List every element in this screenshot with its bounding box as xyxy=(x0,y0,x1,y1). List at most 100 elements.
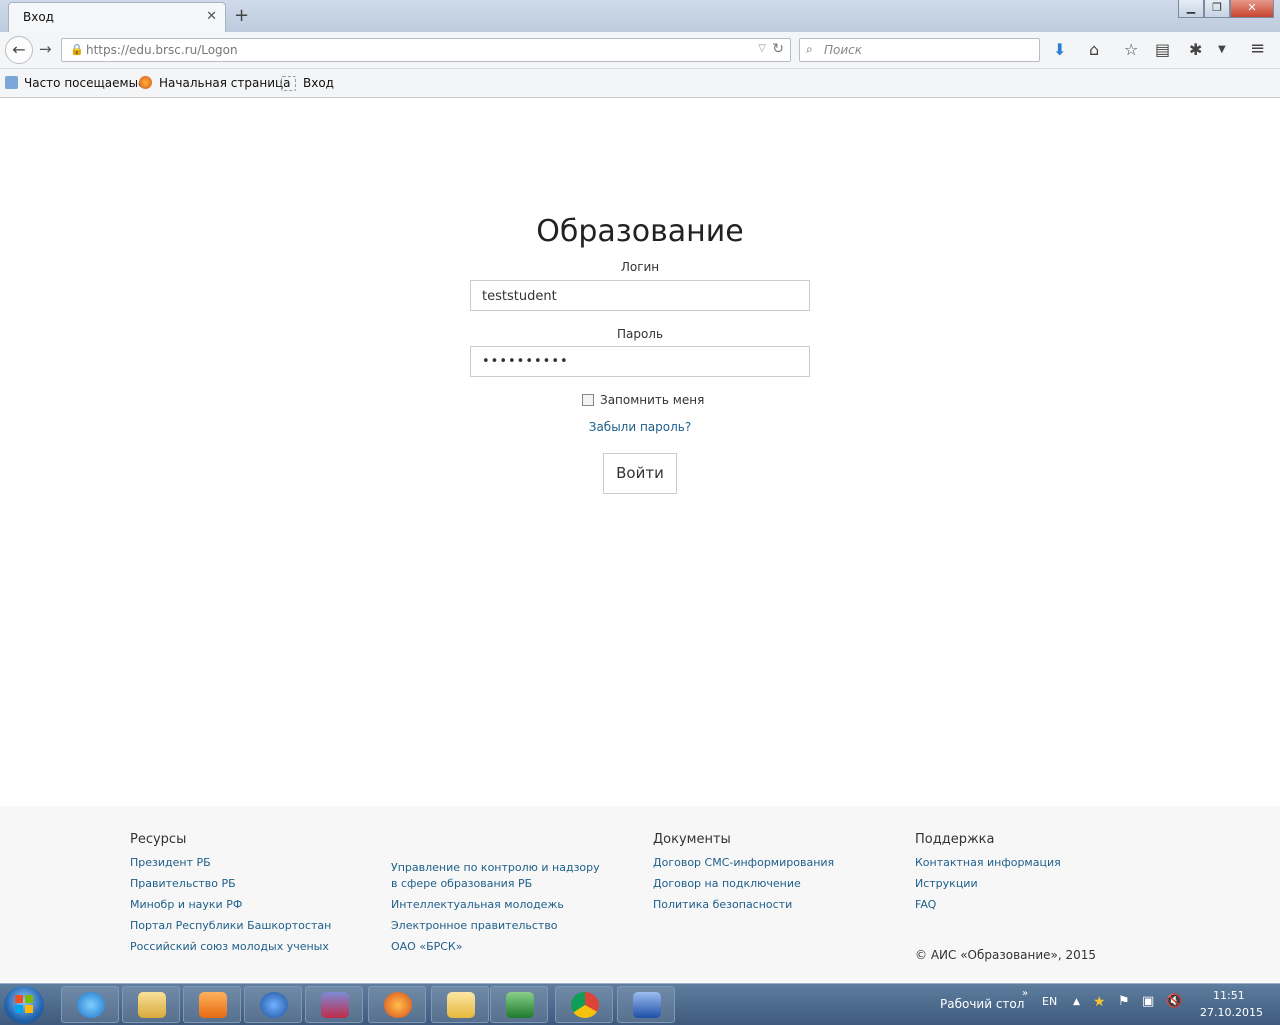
taskbar-outlook[interactable] xyxy=(431,986,489,1023)
bookmarks-toolbar: Часто посещаемые Начальная страница Вход xyxy=(0,69,1280,98)
extension-icon[interactable]: ✱ xyxy=(1189,40,1202,59)
footer-documents: Документы Договор СМС-информирования Дог… xyxy=(653,832,834,918)
password-value: •••••••••• xyxy=(482,354,569,369)
login-value: teststudent xyxy=(482,289,557,304)
footer-link[interactable]: Политика безопасности xyxy=(653,897,834,913)
footer-resources-title: Ресурсы xyxy=(130,832,187,847)
bookmark-most-visited[interactable]: Часто посещаемые xyxy=(24,76,145,90)
taskbar-firefox[interactable] xyxy=(368,986,426,1023)
bookmark-star-icon[interactable]: ☆ xyxy=(1124,40,1138,59)
excel-icon xyxy=(506,992,534,1018)
footer-link[interactable]: Правительство РБ xyxy=(130,876,331,892)
footer-link[interactable]: Иструкции xyxy=(915,876,1061,892)
bookmark-start-page[interactable]: Начальная страница xyxy=(159,76,291,90)
navigation-toolbar: ← → 🔒 https://edu.brsc.ru/Logon ▽ ↻ ⌕ По… xyxy=(0,32,1280,69)
home-icon[interactable]: ⌂ xyxy=(1089,40,1099,59)
page-icon xyxy=(281,76,296,91)
footer-link[interactable]: Договор на подключение xyxy=(653,876,834,892)
url-text: https://edu.brsc.ru/Logon xyxy=(86,43,238,57)
taskbar-ie[interactable] xyxy=(61,986,119,1023)
extension-dropdown-icon[interactable]: ▼ xyxy=(1218,44,1226,55)
folder-icon xyxy=(138,992,166,1018)
footer-resources-more: Управление по контролю и надзору в сфере… xyxy=(391,860,606,960)
download-icon[interactable]: ⬇ xyxy=(1053,40,1066,59)
tab-login[interactable]: Вход ✕ xyxy=(8,2,226,32)
menu-icon[interactable]: ≡ xyxy=(1250,38,1265,59)
maximize-button[interactable]: ❐ xyxy=(1204,0,1230,18)
tray-star-icon[interactable]: ★ xyxy=(1093,994,1106,1010)
bookmark-login[interactable]: Вход xyxy=(303,76,334,90)
firefox-icon xyxy=(384,992,412,1018)
reload-icon[interactable]: ↻ xyxy=(772,41,784,57)
word-icon xyxy=(633,992,661,1018)
tab-title: Вход xyxy=(23,10,54,24)
password-input[interactable]: •••••••••• xyxy=(470,346,810,377)
copyright: © АИС «Образование», 2015 xyxy=(915,948,1097,962)
search-icon: ⌕ xyxy=(806,42,813,56)
most-visited-icon xyxy=(5,76,18,89)
plus-icon xyxy=(321,992,349,1018)
taskbar-chrome[interactable] xyxy=(555,986,613,1023)
footer-resources: Ресурсы Президент РБ Правительство РБ Ми… xyxy=(130,832,331,960)
new-tab-icon[interactable]: + xyxy=(234,5,249,26)
footer: Ресурсы Президент РБ Правительство РБ Ми… xyxy=(0,806,1280,982)
language-indicator[interactable]: EN xyxy=(1042,995,1057,1008)
footer-link[interactable]: Контактная информация xyxy=(915,855,1061,871)
footer-support: Поддержка Контактная информация Иструкци… xyxy=(915,832,1061,918)
password-label: Пароль xyxy=(616,327,664,341)
taskbar-media[interactable] xyxy=(183,986,241,1023)
page-title: Образование xyxy=(536,214,744,249)
search-input[interactable]: ⌕ Поиск xyxy=(799,38,1040,62)
bookmarks-menu-icon[interactable]: ▤ xyxy=(1155,40,1170,59)
footer-link[interactable]: Минобр и науки РФ xyxy=(130,897,331,913)
windows-logo-icon xyxy=(15,995,33,1013)
tray-expand-icon[interactable]: ▲ xyxy=(1073,997,1080,1007)
taskbar-explorer[interactable] xyxy=(122,986,180,1023)
footer-link[interactable]: Управление по контролю и надзору в сфере… xyxy=(391,860,606,892)
taskbar-word[interactable] xyxy=(617,986,675,1023)
clock-time[interactable]: 11:51 xyxy=(1213,989,1245,1002)
footer-link[interactable]: FAQ xyxy=(915,897,1061,913)
address-bar[interactable]: 🔒 https://edu.brsc.ru/Logon ▽ ↻ xyxy=(61,38,791,62)
ie-icon xyxy=(77,992,105,1018)
login-label: Логин xyxy=(620,260,660,274)
remember-checkbox[interactable] xyxy=(582,394,594,406)
clock-date[interactable]: 27.10.2015 xyxy=(1200,1006,1263,1019)
window-controls: ▁ ❐ ✕ xyxy=(1178,0,1274,20)
footer-link[interactable]: Портал Республики Башкортостан xyxy=(130,918,331,934)
volume-muted-icon[interactable]: 🔇 xyxy=(1166,994,1182,1009)
footer-link[interactable]: Договор СМС-информирования xyxy=(653,855,834,871)
firefox-icon xyxy=(139,76,152,89)
minimize-button[interactable]: ▁ xyxy=(1178,0,1204,18)
network-icon[interactable]: ▣ xyxy=(1142,994,1154,1009)
footer-link[interactable]: ОАО «БРСК» xyxy=(391,939,606,955)
footer-link[interactable]: Президент РБ xyxy=(130,855,331,871)
lock-icon: 🔒 xyxy=(70,43,84,56)
search-placeholder: Поиск xyxy=(824,43,863,57)
desktop-toolbar-label[interactable]: Рабочий стол xyxy=(940,997,1024,1011)
chrome-icon xyxy=(571,992,599,1018)
browser-titlebar: Вход ✕ + ▁ ❐ ✕ xyxy=(0,0,1280,32)
login-input[interactable]: teststudent xyxy=(470,280,810,311)
start-button[interactable] xyxy=(4,986,44,1024)
footer-link[interactable]: Российский союз молодых ученых xyxy=(130,939,331,955)
back-button[interactable]: ← xyxy=(5,36,33,64)
footer-documents-title: Документы xyxy=(653,832,731,847)
taskbar: Рабочий стол » EN ▲ ★ ⚑ ▣ 🔇 11:51 27.10.… xyxy=(0,983,1280,1025)
footer-link[interactable]: Электронное правительство xyxy=(391,918,606,934)
forgot-password-link[interactable]: Забыли пароль? xyxy=(0,420,1280,434)
outlook-icon xyxy=(447,992,475,1018)
url-dropdown-icon[interactable]: ▽ xyxy=(758,43,766,54)
login-button[interactable]: Войти xyxy=(603,453,677,494)
action-center-icon[interactable]: ⚑ xyxy=(1118,994,1130,1009)
taskbar-excel[interactable] xyxy=(490,986,548,1023)
tab-close-icon[interactable]: ✕ xyxy=(206,9,217,24)
toolbar-expand-icon[interactable]: » xyxy=(1022,988,1028,999)
remember-label: Запомнить меня xyxy=(600,393,705,407)
footer-link[interactable]: Интеллектуальная молодежь xyxy=(391,897,606,913)
forward-button[interactable]: → xyxy=(39,40,52,58)
taskbar-app-pe[interactable] xyxy=(244,986,302,1023)
close-window-button[interactable]: ✕ xyxy=(1230,0,1274,18)
taskbar-app-plus[interactable] xyxy=(305,986,363,1023)
footer-support-title: Поддержка xyxy=(915,832,995,847)
